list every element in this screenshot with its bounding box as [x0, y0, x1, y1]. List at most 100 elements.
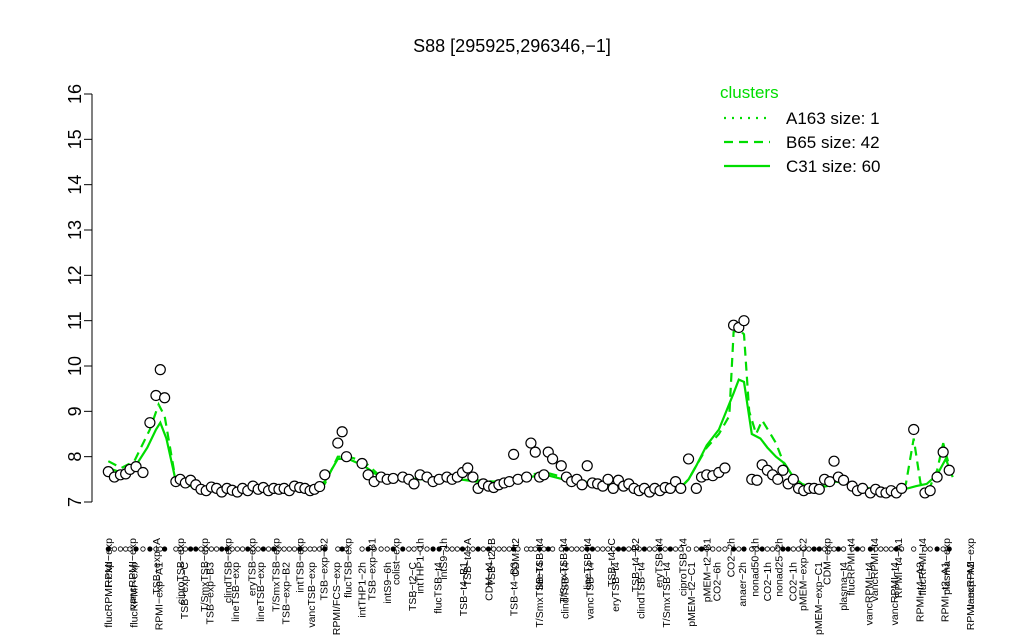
x-tick-label-lower: anaer−2h	[737, 562, 749, 607]
rug-mark	[785, 546, 791, 552]
data-point	[738, 315, 750, 327]
rug-mark	[667, 546, 673, 552]
rug-mark	[117, 546, 124, 552]
rug-mark	[384, 546, 390, 552]
data-point	[467, 471, 479, 483]
x-tick-labels: RPMI−exp vancRPMI−exp TSB−exp−A ciproTSB−ex…	[103, 538, 977, 636]
x-tick-label-lower: clindTSB−t4	[559, 562, 571, 619]
x-tick-label-lower: flucRPMI−exp	[103, 562, 115, 628]
y-tick-label: 15	[65, 129, 85, 149]
x-tick-label-lower: lineTSB−exp	[255, 562, 267, 622]
rug-mark	[454, 546, 460, 552]
data-point	[690, 482, 702, 494]
data-point	[525, 437, 537, 449]
rug-mark	[528, 546, 534, 552]
data-point	[937, 446, 949, 458]
x-tick-label-lower: intS9−6h	[382, 562, 394, 604]
series-line	[107, 328, 952, 492]
data-point	[675, 482, 687, 494]
x-tick-label-lower: RPMI/FCS−exp	[331, 562, 343, 635]
data-point	[895, 482, 908, 494]
rug-mark	[860, 546, 866, 552]
y-axis: 7 8 9 10 11 12 13 14 15 16	[65, 84, 93, 507]
data-point	[787, 473, 799, 485]
data-point	[314, 480, 326, 493]
rug-mark	[234, 546, 240, 552]
data-point	[462, 462, 474, 474]
data-point	[159, 392, 171, 404]
rug-mark	[524, 546, 530, 552]
data-point	[682, 453, 695, 465]
rug-mark	[307, 546, 313, 552]
x-tick-label-upper: intTSB−exp	[295, 538, 307, 593]
data-point	[336, 426, 348, 438]
y-tick-label: 9	[65, 406, 85, 416]
data-point	[581, 460, 593, 472]
rug-mark	[335, 546, 341, 552]
rug-mark	[693, 546, 699, 552]
rug-mark	[545, 546, 551, 552]
rug-mark	[193, 546, 199, 552]
x-tick-label-lower: TSB−t4−B1	[458, 562, 470, 616]
chart-canvas: S88 [295925,296346,−1] 7 8 9 10 11 12 13 14 15 16…	[65, 36, 977, 636]
data-point	[546, 453, 559, 465]
rug-mark	[574, 546, 580, 552]
data-point	[508, 448, 520, 460]
y-tick-label: 7	[65, 497, 85, 507]
rug-mark	[188, 546, 194, 552]
x-tick-label-lower: lineTSB−exp	[230, 562, 242, 622]
x-tick-label-upper: CO2−2h	[726, 538, 738, 578]
x-tick-label-lower: CDM−t4	[483, 562, 495, 601]
x-tick-label-lower: TSB−exp−B3	[204, 562, 216, 625]
x-tick-label-lower: eryTSB−t4	[610, 562, 622, 612]
rug-mark	[741, 546, 747, 552]
y-tick-label: 8	[65, 452, 85, 462]
x-tick-label-lower: vancTSB−exp	[306, 562, 318, 628]
data-point	[529, 446, 541, 458]
rug-mark	[934, 546, 940, 552]
data-point	[602, 473, 614, 485]
data-points	[102, 315, 955, 499]
y-tick-label: 12	[65, 265, 85, 285]
y-tick-label: 14	[65, 175, 85, 195]
y-tick-label: 11	[65, 311, 85, 330]
legend-label: C31 size: 60	[786, 157, 881, 176]
data-point	[144, 417, 156, 429]
x-tick-label-lower: vancTSB−t4	[585, 562, 597, 620]
data-point	[356, 457, 368, 470]
data-point	[332, 437, 344, 449]
x-tick-label-upper: flucTSB−exp	[342, 538, 354, 598]
y-tick-label: 10	[65, 356, 85, 376]
x-tick-label-lower: TSB−exp−C	[179, 562, 191, 620]
x-tick-label-lower: vancRPMI−t4	[864, 562, 876, 625]
rug-mark	[764, 546, 770, 552]
data-point	[408, 478, 420, 490]
rug-mark	[790, 546, 796, 552]
x-tick-label-lower: T/SmxTSB−t4	[534, 562, 546, 628]
data-point	[837, 474, 850, 486]
x-tick-label-lower: intTHP1−2h	[357, 562, 369, 618]
data-point	[719, 462, 731, 474]
legend-label: A163 size: 1	[786, 109, 880, 128]
rug-mark	[600, 546, 606, 552]
x-tick-label-upper: nonad50−1h	[750, 538, 762, 597]
x-tick-label-lower: TSB−t2−C	[407, 562, 419, 611]
data-point	[555, 460, 567, 472]
rug-mark	[406, 546, 412, 552]
rug-mark	[646, 546, 653, 552]
x-tick-label-lower: CO2−1h	[788, 562, 800, 602]
data-point	[908, 423, 920, 436]
legend-label: B65 size: 42	[786, 133, 880, 152]
series-lines	[107, 328, 954, 492]
x-tick-label-lower: plasma−t4	[838, 562, 850, 611]
data-point	[137, 466, 149, 479]
data-point	[340, 451, 353, 463]
x-tick-label-lower: RPMI−exp−A1	[154, 562, 166, 630]
x-tick-label-lower: pMEM−t2−C1	[686, 562, 698, 627]
data-point	[751, 474, 763, 486]
x-tick-label-lower: RPMI−t4−A2	[914, 562, 926, 622]
data-point	[319, 469, 331, 481]
x-tick-label-lower: TSB−exp−B2	[281, 562, 293, 625]
rug-mark	[569, 546, 575, 552]
rug-mark	[549, 546, 556, 552]
